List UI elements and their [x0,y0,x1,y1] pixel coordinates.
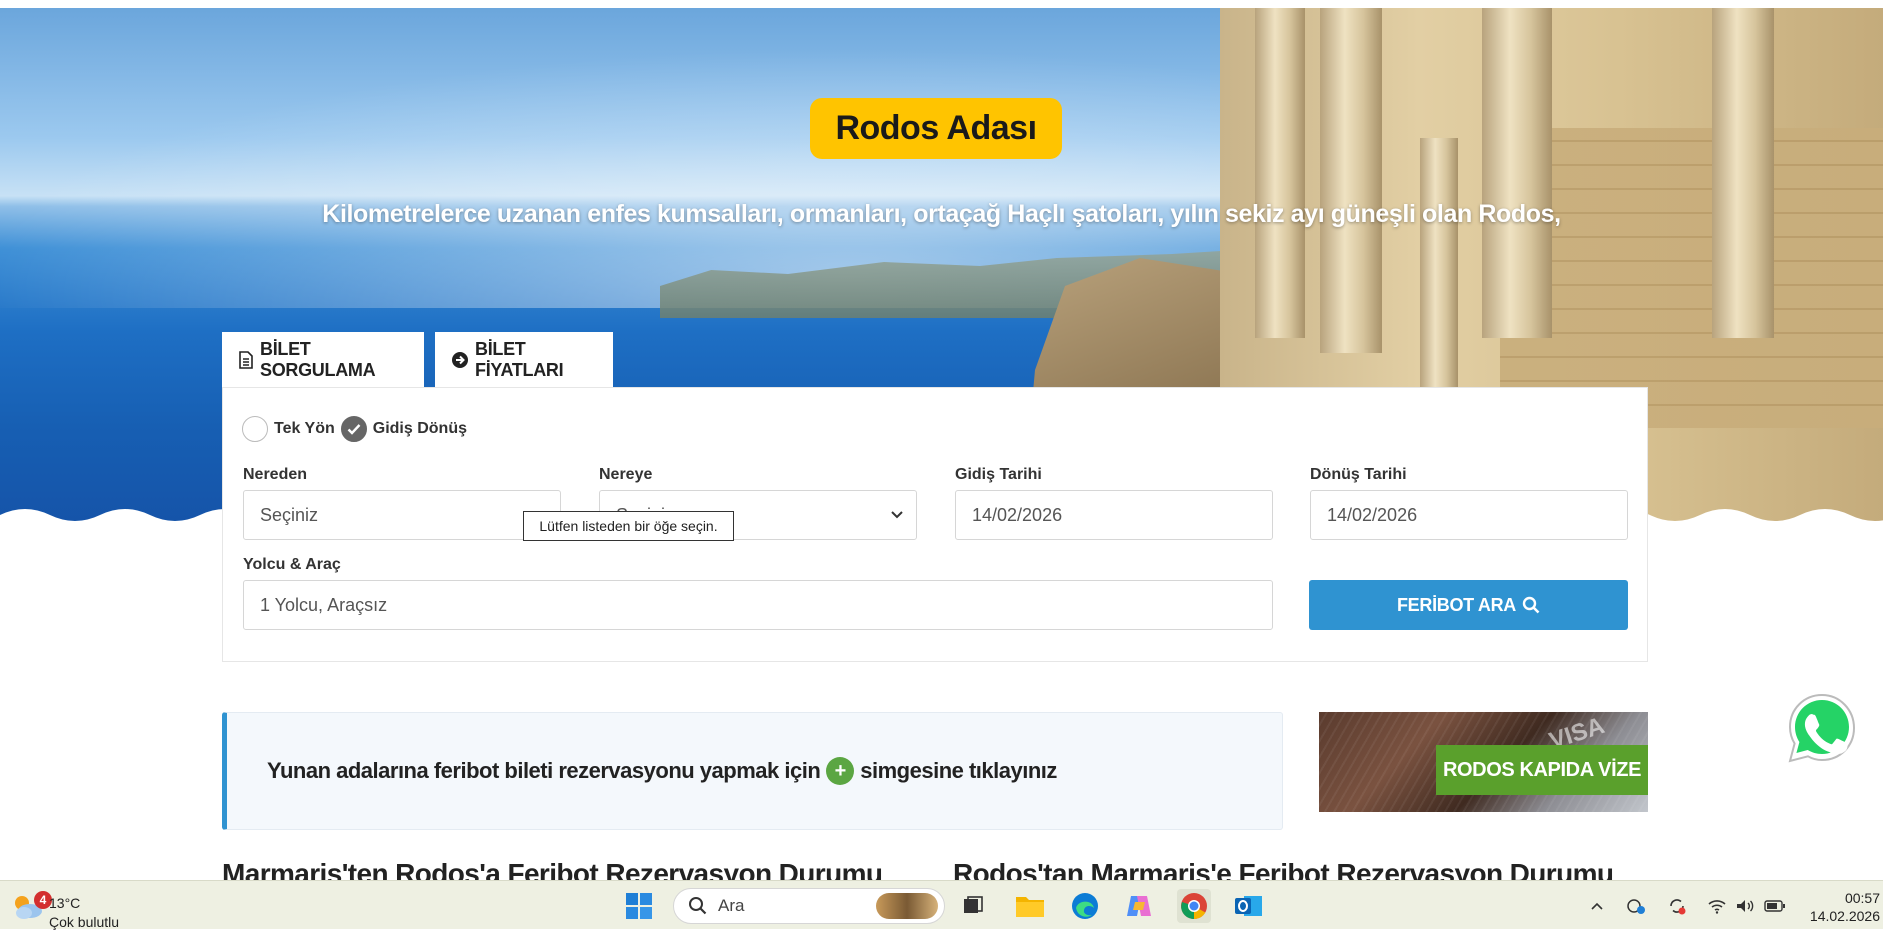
to-label: Nereye [599,466,653,483]
one-way-label: Tek Yön [274,420,335,437]
info-text-end: simgesine tıklayınız [860,758,1057,783]
passengers-label: Yolcu & Araç [243,556,341,573]
outlook-icon[interactable] [1232,889,1266,923]
return-date-input[interactable]: 14/02/2026 [1310,490,1628,540]
chevron-up-icon[interactable] [1586,895,1608,917]
depart-date-label: Gidiş Tarihi [955,466,1042,483]
edge-browser-icon[interactable] [1068,889,1102,923]
weather-widget[interactable]: 4 13°C Çok bulutlu [10,887,130,930]
plus-circle-icon: + [826,757,855,785]
tab-label: BİLET SORGULAMA [260,339,376,380]
visa-banner-label: RODOS KAPIDA VİZE [1436,745,1648,795]
search-ferry-button[interactable]: FERİBOT ARA [1309,580,1628,630]
from-select[interactable]: Seçiniz [243,490,561,540]
depart-date-input[interactable]: 14/02/2026 [955,490,1273,540]
security-icon[interactable] [1625,895,1647,917]
tab-ticket-prices[interactable]: BİLET FİYATLARI [435,332,613,388]
round-trip-radio[interactable] [340,416,367,442]
chevron-down-icon [891,511,903,519]
document-icon [238,351,254,369]
chrome-browser-icon[interactable] [1177,889,1211,923]
column-image [1482,8,1552,338]
passengers-input[interactable]: 1 Yolcu, Araçsız [243,580,1273,630]
system-clock[interactable]: 00:57 14.02.2026 [1800,889,1880,925]
windows-taskbar: 4 13°C Çok bulutlu Ara 00:57 14.02.2026 [0,880,1883,930]
return-date-label: Dönüş Tarihi [1310,466,1407,483]
column-image [1320,8,1382,353]
task-view-icon[interactable] [956,889,990,923]
search-icon [1522,596,1540,614]
info-text-start: Yunan adalarına feribot bileti rezervasy… [267,758,821,783]
battery-icon[interactable] [1764,895,1786,917]
tab-ticket-query[interactable]: BİLET SORGULAMA [222,332,424,388]
validation-tooltip: Lütfen listeden bir öğe seçin. [523,511,734,541]
one-way-radio[interactable] [242,416,268,442]
visa-on-arrival-banner[interactable]: VISA RODOS KAPIDA VİZE [1319,712,1648,812]
search-placeholder: Ara [718,896,745,915]
windows-start-icon[interactable] [622,889,656,923]
sync-icon[interactable] [1666,895,1688,917]
clock-date: 14.02.2026 [1809,908,1880,924]
page-title: Rodos Adası [810,98,1062,159]
from-label: Nereden [243,466,308,483]
copilot-icon[interactable] [1122,889,1156,923]
column-image [1712,8,1774,338]
trip-type-options: Tek Yön Gidiş Dönüş [242,414,473,444]
column-image [1420,138,1458,398]
wifi-icon[interactable] [1706,895,1728,917]
search-highlight-image [876,893,938,919]
weather-temp: 13°C [49,895,81,911]
hero-subtitle: Kilometrelerce uzanan enfes kumsalları, … [322,200,1561,228]
taskbar-search[interactable]: Ara [673,888,945,924]
column-image [1255,8,1305,338]
whatsapp-icon[interactable] [1784,690,1860,766]
clock-time: 00:57 [1844,890,1880,906]
tab-label: BİLET FİYATLARI [475,339,564,380]
check-icon [347,424,361,435]
search-icon [689,897,707,915]
file-explorer-icon[interactable] [1013,889,1047,923]
volume-icon[interactable] [1734,895,1756,917]
arrow-circle-right-icon [451,351,469,369]
round-trip-label: Gidiş Dönüş [372,420,467,437]
info-notice: Yunan adalarına feribot bileti rezervasy… [222,712,1283,830]
